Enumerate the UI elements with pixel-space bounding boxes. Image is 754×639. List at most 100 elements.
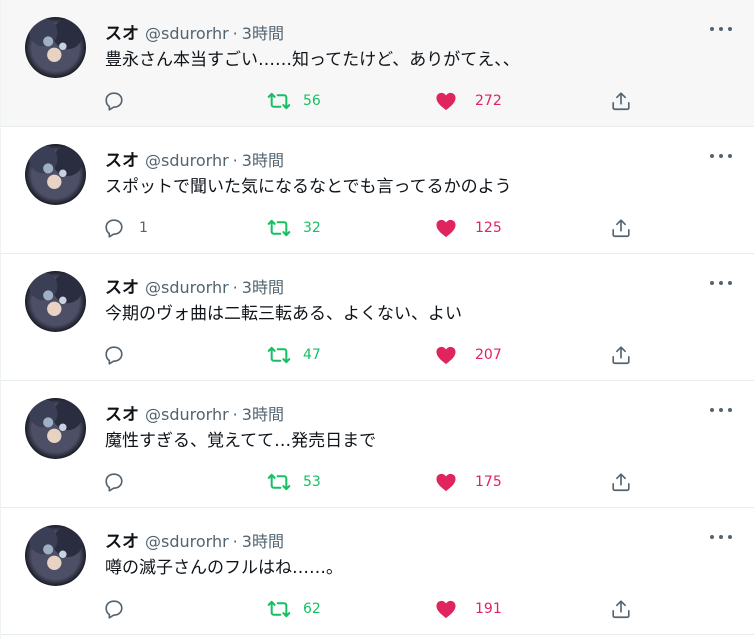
like-count: 191 bbox=[475, 601, 502, 617]
like-button[interactable]: 207 bbox=[435, 343, 502, 367]
timestamp[interactable]: 3時間 bbox=[242, 274, 284, 298]
more-icon[interactable] bbox=[710, 22, 732, 36]
heart-icon bbox=[436, 219, 456, 238]
retweet-count: 62 bbox=[303, 601, 321, 617]
avatar[interactable] bbox=[25, 271, 86, 332]
heart-icon bbox=[436, 600, 456, 619]
like-count: 207 bbox=[475, 347, 502, 363]
user-handle[interactable]: @sdurorhr bbox=[145, 24, 229, 43]
tweet[interactable]: スオ @sdurorhr · 3時間 魔性すぎる、覚えてて…発売日まで 53 1… bbox=[1, 381, 754, 508]
like-button[interactable]: 272 bbox=[435, 89, 502, 113]
tweet-text: 噂の滅子さんのフルはね……。 bbox=[105, 558, 343, 578]
tweet-header: スオ @sdurorhr · 3時間 bbox=[105, 527, 284, 552]
tweet[interactable]: スオ @sdurorhr · 3時間 豊永さん本当すごい……知ってたけど、ありが… bbox=[1, 0, 754, 127]
share-icon bbox=[612, 219, 630, 238]
timestamp[interactable]: 3時間 bbox=[242, 528, 284, 552]
heart-icon bbox=[436, 346, 456, 365]
reply-button[interactable]: 1 bbox=[103, 216, 148, 240]
tweet-header: スオ @sdurorhr · 3時間 bbox=[105, 400, 284, 425]
more-icon[interactable] bbox=[710, 530, 732, 544]
display-name[interactable]: スオ bbox=[105, 273, 139, 298]
reply-button[interactable] bbox=[103, 470, 139, 494]
share-button[interactable] bbox=[610, 89, 632, 113]
more-icon[interactable] bbox=[710, 403, 732, 417]
share-icon bbox=[612, 600, 630, 619]
like-button[interactable]: 125 bbox=[435, 216, 502, 240]
share-icon bbox=[612, 346, 630, 365]
tweet-text: 魔性すぎる、覚えてて…発売日まで bbox=[105, 431, 377, 451]
tweet[interactable]: スオ @sdurorhr · 3時間 今期のヴォ曲は二転三転ある、よくない、よい… bbox=[1, 254, 754, 381]
retweet-icon bbox=[267, 473, 291, 491]
tweet-actions: 47 207 bbox=[1, 343, 754, 367]
like-count: 272 bbox=[475, 93, 502, 109]
share-button[interactable] bbox=[610, 597, 632, 621]
share-icon bbox=[612, 473, 630, 492]
display-name[interactable]: スオ bbox=[105, 19, 139, 44]
timestamp[interactable]: 3時間 bbox=[242, 20, 284, 44]
retweet-count: 53 bbox=[303, 474, 321, 490]
like-count: 125 bbox=[475, 220, 502, 236]
avatar[interactable] bbox=[25, 525, 86, 586]
tweet-actions: 62 191 bbox=[1, 597, 754, 621]
share-button[interactable] bbox=[610, 470, 632, 494]
timestamp[interactable]: 3時間 bbox=[242, 147, 284, 171]
reply-button[interactable] bbox=[103, 343, 139, 367]
retweet-icon bbox=[267, 219, 291, 237]
retweet-button[interactable]: 62 bbox=[267, 597, 321, 621]
reply-button[interactable] bbox=[103, 89, 139, 113]
like-count: 175 bbox=[475, 474, 502, 490]
avatar[interactable] bbox=[25, 398, 86, 459]
retweet-count: 56 bbox=[303, 93, 321, 109]
reply-count: 1 bbox=[139, 220, 148, 236]
user-handle[interactable]: @sdurorhr bbox=[145, 405, 229, 424]
avatar[interactable] bbox=[25, 144, 86, 205]
share-button[interactable] bbox=[610, 216, 632, 240]
share-icon bbox=[612, 92, 630, 111]
retweet-icon bbox=[267, 346, 291, 364]
retweet-count: 32 bbox=[303, 220, 321, 236]
display-name[interactable]: スオ bbox=[105, 400, 139, 425]
display-name[interactable]: スオ bbox=[105, 146, 139, 171]
user-handle[interactable]: @sdurorhr bbox=[145, 151, 229, 170]
reply-icon bbox=[105, 92, 123, 111]
tweet-header: スオ @sdurorhr · 3時間 bbox=[105, 19, 284, 44]
reply-icon bbox=[105, 473, 123, 492]
tweet-header: スオ @sdurorhr · 3時間 bbox=[105, 273, 284, 298]
tweet-text: 今期のヴォ曲は二転三転ある、よくない、よい bbox=[105, 304, 462, 324]
more-icon[interactable] bbox=[710, 276, 732, 290]
user-handle[interactable]: @sdurorhr bbox=[145, 278, 229, 297]
tweet[interactable]: スオ @sdurorhr · 3時間 スポットで聞いた気になるなとでも言ってるか… bbox=[1, 127, 754, 254]
tweet-header: スオ @sdurorhr · 3時間 bbox=[105, 146, 284, 171]
display-name[interactable]: スオ bbox=[105, 527, 139, 552]
separator: · bbox=[232, 405, 238, 424]
like-button[interactable]: 191 bbox=[435, 597, 502, 621]
avatar[interactable] bbox=[25, 17, 86, 78]
user-handle[interactable]: @sdurorhr bbox=[145, 532, 229, 551]
retweet-count: 47 bbox=[303, 347, 321, 363]
separator: · bbox=[232, 532, 238, 551]
retweet-button[interactable]: 56 bbox=[267, 89, 321, 113]
tweet-actions: 56 272 bbox=[1, 89, 754, 113]
share-button[interactable] bbox=[610, 343, 632, 367]
retweet-icon bbox=[267, 92, 291, 110]
reply-icon bbox=[105, 219, 123, 238]
retweet-icon bbox=[267, 600, 291, 618]
retweet-button[interactable]: 47 bbox=[267, 343, 321, 367]
timestamp[interactable]: 3時間 bbox=[242, 401, 284, 425]
retweet-button[interactable]: 32 bbox=[267, 216, 321, 240]
reply-icon bbox=[105, 600, 123, 619]
heart-icon bbox=[436, 473, 456, 492]
retweet-button[interactable]: 53 bbox=[267, 470, 321, 494]
reply-button[interactable] bbox=[103, 597, 139, 621]
separator: · bbox=[232, 151, 238, 170]
tweet-actions: 1 32 125 bbox=[1, 216, 754, 240]
reply-icon bbox=[105, 346, 123, 365]
tweet-feed: スオ @sdurorhr · 3時間 豊永さん本当すごい……知ってたけど、ありが… bbox=[0, 0, 754, 639]
separator: · bbox=[232, 24, 238, 43]
tweet[interactable]: スオ @sdurorhr · 3時間 噂の滅子さんのフルはね……。 62 191 bbox=[1, 508, 754, 635]
more-icon[interactable] bbox=[710, 149, 732, 163]
tweet-text: スポットで聞いた気になるなとでも言ってるかのよう bbox=[105, 177, 512, 197]
like-button[interactable]: 175 bbox=[435, 470, 502, 494]
heart-icon bbox=[436, 92, 456, 111]
tweet-actions: 53 175 bbox=[1, 470, 754, 494]
